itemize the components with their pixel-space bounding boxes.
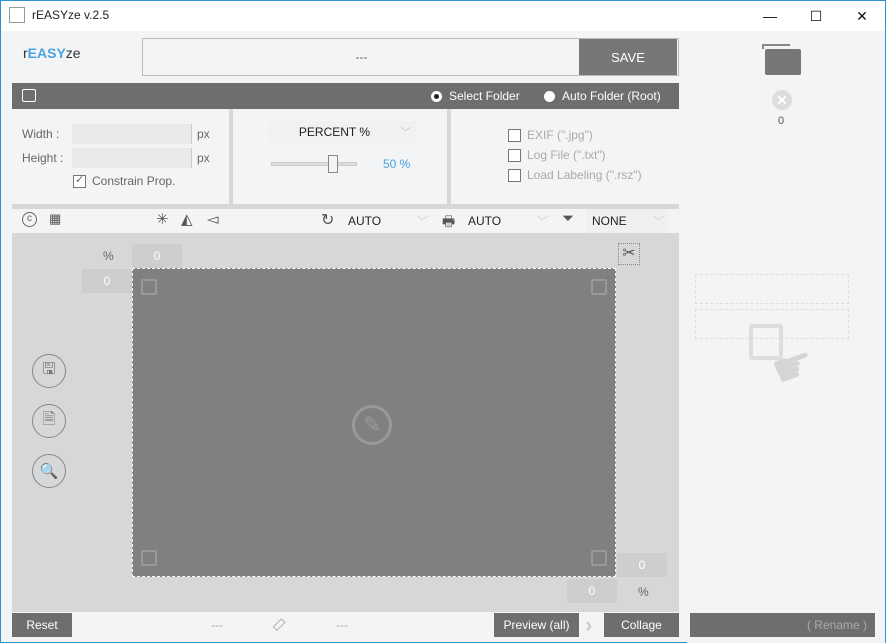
chevron-down-icon: ﹀ xyxy=(537,216,548,228)
checkbox-box xyxy=(508,148,521,162)
scale-panel: PERCENT % ﹀ 50 % xyxy=(233,109,447,204)
crop-left-input[interactable]: 0 xyxy=(82,269,132,293)
output-path-text: --- xyxy=(355,50,368,64)
browse-folder-icon[interactable] xyxy=(22,89,36,102)
logo-suffix: ze xyxy=(65,45,81,61)
copyright-icon[interactable]: c xyxy=(22,212,37,227)
height-unit: px xyxy=(197,151,210,165)
crop-top-unit: % xyxy=(103,249,114,263)
edit-corner-icon[interactable] xyxy=(591,550,607,566)
zoom-button[interactable]: 🔍 xyxy=(32,454,66,488)
log-file-checkbox[interactable]: Log File (".txt") xyxy=(508,148,606,162)
width-unit: px xyxy=(197,127,210,141)
edit-corner-icon[interactable] xyxy=(591,279,607,295)
size-panel: Width : px Height : px Constrain Prop. xyxy=(12,109,229,204)
checkbox-box xyxy=(508,128,521,142)
edit-corner-icon[interactable] xyxy=(141,279,157,295)
clear-list-icon[interactable]: ✕ xyxy=(772,90,792,110)
reset-button[interactable]: Reset xyxy=(12,613,72,637)
save-image-button[interactable]: 🖫 xyxy=(32,354,66,388)
open-folder-icon[interactable] xyxy=(765,49,801,75)
crop-bottom-input[interactable]: 0 xyxy=(567,579,617,603)
scale-slider-thumb[interactable] xyxy=(328,155,338,173)
options-panel: EXIF (".jpg") Log File (".txt") Load Lab… xyxy=(451,109,679,204)
dimension-right: --- xyxy=(336,618,348,632)
radio-label: Select Folder xyxy=(449,89,520,103)
rotate-icon[interactable]: ↻ xyxy=(321,210,334,230)
chevron-right-icon: › xyxy=(585,612,593,637)
rename-button[interactable]: ( Rename ) xyxy=(690,613,875,637)
crop-top-input[interactable]: 0 xyxy=(132,244,182,268)
grid-icon[interactable]: ▦ xyxy=(49,211,61,227)
destination-bar: Select Folder Auto Folder (Root) xyxy=(12,83,679,109)
crop-scissors-icon[interactable]: ✂ xyxy=(618,243,640,265)
dimension-left: --- xyxy=(211,618,223,632)
print-value: AUTO xyxy=(468,214,502,228)
log-file-label: Log File (".txt") xyxy=(527,148,606,162)
crop-bottom-unit: % xyxy=(638,585,649,599)
height-input[interactable] xyxy=(72,148,192,168)
load-labeling-checkbox[interactable]: Load Labeling (".rsz") xyxy=(508,168,642,182)
constrain-checkbox[interactable]: Constrain Prop. xyxy=(73,173,176,188)
maximize-button[interactable]: ☐ xyxy=(793,1,839,31)
flip-vertical-icon[interactable]: ◅ xyxy=(207,210,219,228)
rotate-value: AUTO xyxy=(348,214,382,228)
exif-checkbox[interactable]: EXIF (".jpg") xyxy=(508,128,593,142)
width-input[interactable] xyxy=(72,124,192,144)
app-window: rEASYze v.2.5 — ☐ ✕ rEASYze 0/0 --- SAVE… xyxy=(0,0,886,643)
checkbox-box xyxy=(508,168,521,182)
app-logo: rEASYze xyxy=(23,45,81,61)
preview-all-button[interactable]: Preview (all) xyxy=(494,613,579,637)
chevron-down-icon: ﹀ xyxy=(400,127,411,139)
scale-slider-track[interactable] xyxy=(271,162,357,166)
crop-right-input[interactable]: 0 xyxy=(617,553,667,577)
scale-mode-value: PERCENT % xyxy=(298,125,371,139)
save-button[interactable]: SAVE xyxy=(579,39,677,75)
image-canvas[interactable]: ✎ xyxy=(132,268,616,577)
logo-highlight: EASY xyxy=(27,45,66,61)
window-title: rEASYze v.2.5 xyxy=(32,8,110,22)
load-labeling-label: Load Labeling (".rsz") xyxy=(527,168,642,182)
edit-icon[interactable]: ✎ xyxy=(352,405,392,445)
radio-indicator xyxy=(431,90,442,102)
radio-select-folder[interactable]: Select Folder xyxy=(431,89,520,103)
floppy-disk-icon: 🖫 xyxy=(42,360,56,378)
close-button[interactable]: ✕ xyxy=(839,1,885,31)
drop-zone-placeholder xyxy=(695,274,849,304)
chevron-down-icon: ﹀ xyxy=(417,216,428,228)
document-icon: 🗎 xyxy=(42,410,56,428)
collage-button[interactable]: Collage xyxy=(604,613,679,637)
edit-toolbar: c ▦ ✳ ◭ ◅ ↻ AUTO ﹀ 🖶 AUTO ﹀ ⏷ NONE ﹀ xyxy=(12,209,672,233)
rotate-dropdown[interactable]: AUTO ﹀ xyxy=(348,209,428,233)
scale-mode-dropdown[interactable]: PERCENT % ﹀ xyxy=(269,121,417,143)
radio-indicator xyxy=(544,90,555,102)
title-bar: rEASYze v.2.5 — ☐ ✕ xyxy=(1,1,885,31)
width-label: Width : xyxy=(22,127,60,141)
chevron-down-icon: ﹀ xyxy=(653,216,664,228)
magnifier-icon: 🔍 xyxy=(39,463,59,480)
constrain-label: Constrain Prop. xyxy=(92,174,176,188)
filter-dropdown[interactable]: NONE ﹀ xyxy=(586,209,668,233)
exif-label: EXIF (".jpg") xyxy=(527,128,593,142)
scale-value: 50 % xyxy=(383,157,411,171)
radio-label: Auto Folder (Root) xyxy=(562,89,661,103)
document-button[interactable]: 🗎 xyxy=(32,404,66,438)
print-dropdown[interactable]: AUTO ﹀ xyxy=(468,209,548,233)
ruler-icon: ▭ xyxy=(267,612,291,636)
edit-corner-icon[interactable] xyxy=(141,550,157,566)
error-count: 0 xyxy=(778,115,785,127)
flip-horizontal-icon[interactable]: ◭ xyxy=(181,210,193,228)
height-label: Height : xyxy=(22,151,64,165)
file-list-panel: ✕ 0 ☛ ( Rename ) xyxy=(687,31,885,643)
brightness-icon[interactable]: ✳ xyxy=(156,210,169,228)
minimize-button[interactable]: — xyxy=(747,1,793,31)
print-icon[interactable]: 🖶 xyxy=(442,211,455,235)
radio-auto-folder[interactable]: Auto Folder (Root) xyxy=(544,89,661,103)
filter-value: NONE xyxy=(592,214,627,228)
app-icon xyxy=(9,7,25,23)
checkbox-box xyxy=(73,173,86,188)
filter-icon[interactable]: ⏷ xyxy=(562,210,574,227)
